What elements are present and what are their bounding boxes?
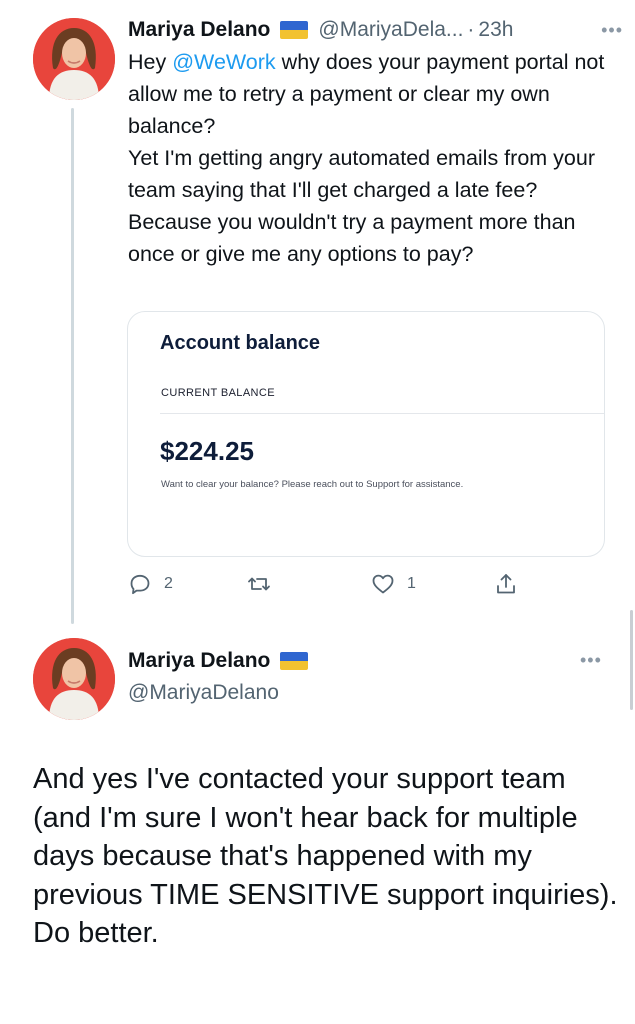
avatar-image [33,18,115,100]
tweet-text: Hey @WeWork why does your payment portal… [128,46,608,270]
user-handle[interactable]: @MariyaDela... [318,18,463,42]
like-icon [372,574,394,594]
reply-count: 2 [164,575,173,592]
avatar-image [33,638,115,720]
card-note: Want to clear your balance? Please reach… [161,479,464,490]
tweet-text: And yes I've contacted your support team… [33,760,623,953]
share-icon [497,574,515,594]
tweet-actions: 2 1 [128,566,528,602]
tweet-paragraph: Do better. [33,917,159,950]
retweet-button[interactable] [247,566,283,602]
scrollbar[interactable] [630,610,633,710]
reply-button[interactable]: 2 [128,566,173,602]
text-segment: Hey [128,50,173,74]
like-count: 1 [407,575,416,592]
user-handle[interactable]: @MariyaDelano [128,681,279,705]
retweet-icon [248,577,270,591]
flag-ukraine-icon [280,652,309,670]
mention-link[interactable]: @WeWork [172,50,275,74]
tweet-header: Mariya Delano @MariyaDela... · 23h ••• [128,14,623,46]
tweet-paragraph: Yet I'm getting angry automated emails f… [128,146,595,266]
tweet-thread: Mariya Delano @MariyaDela... · 23h ••• H… [0,0,635,1024]
tweet-paragraph: And yes I've contacted your support team… [33,763,618,911]
attached-image-card[interactable]: Account balance CURRENT BALANCE $224.25 … [127,311,605,557]
divider [160,413,604,414]
more-icon[interactable]: ••• [580,650,602,671]
share-button[interactable] [494,566,518,602]
tweet-header: Mariya Delano [128,649,318,673]
display-name[interactable]: Mariya Delano [128,18,270,42]
like-button[interactable]: 1 [371,566,416,602]
card-label: CURRENT BALANCE [161,387,275,399]
reply-icon [130,574,150,595]
flag-ukraine-icon [280,21,309,39]
balance-amount: $224.25 [160,436,254,466]
separator: · [467,18,475,41]
timestamp[interactable]: 23h [478,18,513,42]
thread-connector [71,108,74,624]
avatar[interactable] [33,638,115,720]
tweet-paragraph: Hey @WeWork why does your payment portal… [128,46,608,142]
more-icon[interactable]: ••• [601,20,623,41]
avatar[interactable] [33,18,115,100]
display-name[interactable]: Mariya Delano [128,649,270,673]
card-title: Account balance [160,332,321,354]
